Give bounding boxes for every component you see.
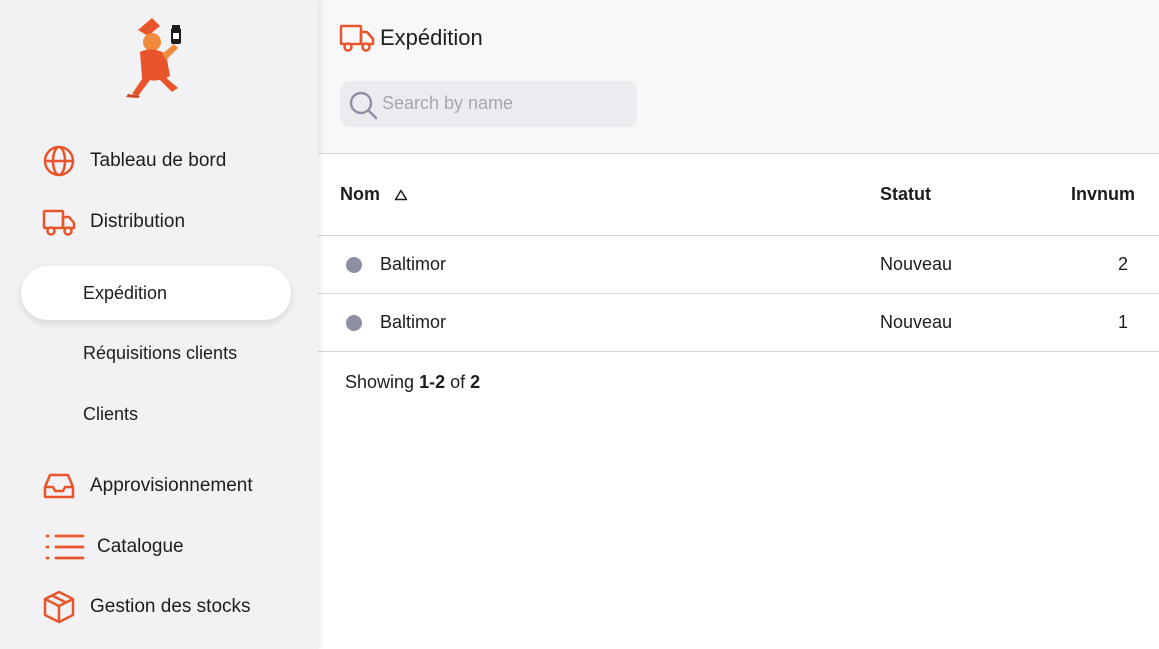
column-header-label: Nom [340,184,380,204]
column-header-statut[interactable]: Statut [880,184,931,205]
truck-icon [339,24,375,52]
nav-item-catalogue[interactable]: Catalogue [0,525,318,569]
nav-item-gestion-des-stocks[interactable]: Gestion des stocks [0,585,318,629]
row-statut: Nouveau [880,254,953,274]
nav-item-approvisionnement[interactable]: Approvisionnement [0,464,318,508]
column-header-nom[interactable]: Nom [340,184,408,205]
nav-item-label: Distribution [90,211,186,232]
list-icon [44,530,86,564]
search-input[interactable] [382,89,627,117]
row-invnum: 2 [1117,254,1128,274]
sub-item-clients[interactable]: Clients [0,392,318,436]
table-header: Nom Statut Invnum [318,154,1159,236]
pagination-of: of [450,372,466,392]
truck-icon [42,205,76,239]
pagination-prefix: Showing [345,372,415,392]
search-box[interactable] [340,81,637,127]
pagination-total: 2 [470,372,481,392]
search-icon [349,91,378,120]
status-dot [346,315,362,331]
nav-item-tableau-de-bord[interactable]: Tableau de bord [0,139,318,183]
pagination-range: 1-2 [419,372,446,392]
inbox-icon [42,469,76,503]
row-statut: Nouveau [880,312,953,332]
nav-item-label: Tableau de bord [90,150,227,171]
pharmacist-mascot-logo[interactable] [122,14,190,98]
page-title: Expédition [380,25,483,50]
sub-item-requisitions-clients[interactable]: Réquisitions clients [0,331,318,375]
box-icon [42,590,76,624]
table-row[interactable]: Baltimor Nouveau 2 [318,236,1159,294]
sort-ascending-icon[interactable] [394,189,408,201]
status-dot [346,257,362,273]
sub-item-label: Expédition [83,282,168,303]
nav-item-label: Approvisionnement [90,475,253,496]
sub-item-expedition[interactable]: Expédition [21,266,291,320]
row-invnum: 1 [1117,312,1128,332]
page-header: Expédition [318,0,1159,154]
table-row[interactable]: Baltimor Nouveau 1 [318,294,1159,352]
row-name: Baltimor [380,312,447,332]
globe-icon [42,144,76,178]
nav-item-label: Catalogue [97,536,184,557]
row-name: Baltimor [380,254,447,274]
column-header-invnum[interactable]: Invnum [1071,184,1135,205]
sidebar: Tableau de bord Distribution Expédition … [0,0,318,649]
nav-item-label: Gestion des stocks [90,596,251,617]
main-content: Expédition Nom Statut Invnum Baltimor No… [318,0,1159,649]
pagination-summary: Showing 1-2 of 2 [345,372,480,393]
sub-item-label: Réquisitions clients [83,342,238,363]
sub-item-label: Clients [83,403,139,424]
nav-item-distribution[interactable]: Distribution [0,200,318,244]
